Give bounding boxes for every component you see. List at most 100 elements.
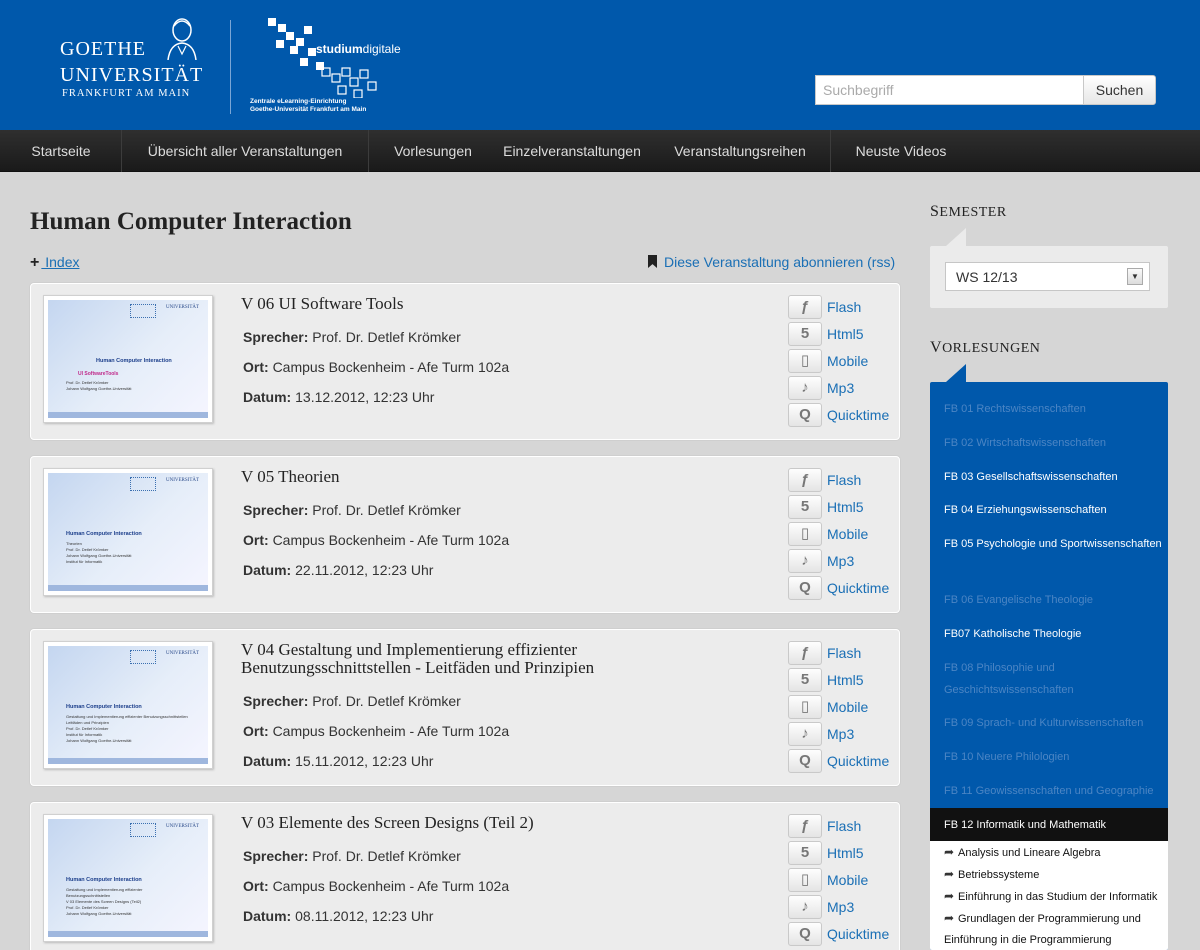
media-mobile[interactable]: ▯ Mobile [788,868,898,894]
media-html5[interactable]: 5 Html5 [788,495,898,521]
media-label: Mp3 [827,899,855,915]
mp3-icon[interactable]: ♪ [788,895,822,919]
flash-icon[interactable]: ƒ [788,641,822,665]
media-mobile[interactable]: ▯ Mobile [788,695,898,721]
flash-icon[interactable]: ƒ [788,468,822,492]
flash-icon[interactable]: ƒ [788,814,822,838]
lecture-thumbnail[interactable]: UNIVERSITÄT Human Computer Interaction G… [43,641,213,769]
department-item[interactable]: FB 10 Neuere Philologien [944,746,1164,768]
quicktime-icon[interactable]: Q [788,403,822,427]
nav-einzelveranstaltungen[interactable]: Einzelveranstaltungen [492,130,652,172]
location-label: Ort: [243,878,269,894]
slide-watermark [50,308,62,416]
lecture-date: Datum: 08.11.2012, 12:23 Uhr [243,908,433,924]
department-item[interactable]: FB07 Katholische Theologie [944,623,1164,645]
media-quicktime[interactable]: Q Quicktime [788,922,898,948]
lecture-title[interactable]: V 03 Elemente des Screen Designs (Teil 2… [241,814,661,832]
studiumdigitale-logo[interactable]: studiumdigitale Zentrale eLearning-Einri… [250,14,430,120]
slide-logo-icon [130,823,156,837]
department-item[interactable]: FB 08 Philosophie und Geschichtswissensc… [944,657,1164,701]
lecture-thumbnail[interactable]: UNIVERSITÄT Human Computer Interaction T… [43,468,213,596]
department-item[interactable]: FB 01 Rechtswissenschaften [944,398,1164,420]
semester-select[interactable]: WS 12/13 ▼ [945,262,1150,291]
media-quicktime[interactable]: Q Quicktime [788,403,898,429]
course-item[interactable]: Einführung in die Programmierung [944,929,1112,950]
lecture-thumbnail[interactable]: UNIVERSITÄT Human Computer Interaction G… [43,814,213,942]
nav-vorlesungen[interactable]: Vorlesungen [380,130,486,172]
wordmark-bold: studium [316,42,363,56]
media-mp3[interactable]: ♪ Mp3 [788,722,898,748]
media-flash[interactable]: ƒ Flash [788,468,898,494]
index-link[interactable]: + Index [30,254,79,272]
chevron-down-icon[interactable]: ▼ [1127,268,1143,285]
mobile-icon[interactable]: ▯ [788,522,822,546]
department-item-selected-label: FB 12 Informatik und Mathematik [944,819,1107,831]
speaker-value: Prof. Dr. Detlef Krömker [312,329,461,345]
media-mobile[interactable]: ▯ Mobile [788,349,898,375]
department-item[interactable]: FB 09 Sprach- und Kulturwissenschaften [944,712,1164,734]
department-item[interactable]: FB 06 Evangelische Theologie [944,589,1164,611]
slide-university-logo: UNIVERSITÄT [166,824,200,829]
quicktime-icon[interactable]: Q [788,749,822,773]
department-item[interactable]: FB 05 Psychologie und Sportwissenschafte… [944,533,1164,577]
html5-icon[interactable]: 5 [788,495,822,519]
media-quicktime[interactable]: Q Quicktime [788,749,898,775]
flash-icon[interactable]: ƒ [788,295,822,319]
course-item[interactable]: ➦ Grundlagen der Programmierung und [944,907,1141,930]
lecture-thumbnail[interactable]: UNIVERSITÄT Human Computer Interaction U… [43,295,213,423]
html5-icon[interactable]: 5 [788,322,822,346]
search-button[interactable]: Suchen [1083,75,1156,105]
nav-uebersicht[interactable]: Übersicht aller Veranstaltungen [122,130,368,172]
slide-text-line: Theorien [66,541,82,546]
media-label: Flash [827,472,862,488]
nav-startseite[interactable]: Startseite [0,130,122,172]
slide-title: Human Computer Interaction [96,358,172,364]
mobile-icon[interactable]: ▯ [788,868,822,892]
semester-box-pointer [946,228,966,246]
lectures-heading-label: VORLESUNGEN [930,339,1041,356]
media-quicktime[interactable]: Q Quicktime [788,576,898,602]
mp3-icon[interactable]: ♪ [788,376,822,400]
department-item-selected[interactable]: FB 12 Informatik und Mathematik [930,808,1168,841]
course-item[interactable]: ➦ Analysis und Lineare Algebra [944,841,1100,864]
media-mp3[interactable]: ♪ Mp3 [788,895,898,921]
goethe-university-logo[interactable]: GOETHE UNIVERSITÄT FRANKFURT AM MAIN [60,16,210,106]
media-html5[interactable]: 5 Html5 [788,841,898,867]
mobile-icon[interactable]: ▯ [788,349,822,373]
arrow-right-icon: ➦ [944,911,955,925]
rss-subscribe-link[interactable]: Diese Veranstaltung abonnieren (rss) [648,254,895,270]
location-value: Campus Bockenheim - Afe Turm 102a [272,359,510,375]
nav-neuste-videos[interactable]: Neuste Videos [840,130,962,172]
course-item[interactable]: ➦ Einführung in das Studium der Informati… [944,885,1157,908]
department-item[interactable]: FB 11 Geowissenschaften und Geographie [944,780,1164,802]
html5-icon[interactable]: 5 [788,841,822,865]
department-item[interactable]: FB 02 Wirtschaftswissenschaften [944,432,1164,454]
mp3-icon[interactable]: ♪ [788,722,822,746]
search-input[interactable] [815,75,1083,105]
department-item[interactable]: FB 04 Erziehungswissenschaften [944,499,1164,521]
html5-icon[interactable]: 5 [788,668,822,692]
media-flash[interactable]: ƒ Flash [788,814,898,840]
nav-veranstaltungsreihen[interactable]: Veranstaltungsreihen [660,130,820,172]
arrow-right-icon: ➦ [944,845,955,859]
lecture-title[interactable]: V 06 UI Software Tools [241,295,661,313]
speaker-label: Sprecher: [243,329,309,345]
media-mp3[interactable]: ♪ Mp3 [788,376,898,402]
slide-logo-icon [130,477,156,491]
slide-text-line: Johann Wolfgang Goethe-Universität [66,738,132,743]
department-item[interactable]: FB 03 Gesellschaftswissenschaften [944,466,1164,488]
mobile-icon[interactable]: ▯ [788,695,822,719]
lecture-title[interactable]: V 05 Theorien [241,468,661,486]
course-item[interactable]: ➦ Betriebssysteme [944,863,1039,886]
media-mobile[interactable]: ▯ Mobile [788,522,898,548]
mp3-icon[interactable]: ♪ [788,549,822,573]
lecture-title[interactable]: V 04 Gestaltung und Implementierung effi… [241,641,661,677]
media-flash[interactable]: ƒ Flash [788,295,898,321]
lectures-heading: VORLESUNGEN [930,339,1040,357]
quicktime-icon[interactable]: Q [788,576,822,600]
media-html5[interactable]: 5 Html5 [788,668,898,694]
media-flash[interactable]: ƒ Flash [788,641,898,667]
media-mp3[interactable]: ♪ Mp3 [788,549,898,575]
media-html5[interactable]: 5 Html5 [788,322,898,348]
quicktime-icon[interactable]: Q [788,922,822,946]
